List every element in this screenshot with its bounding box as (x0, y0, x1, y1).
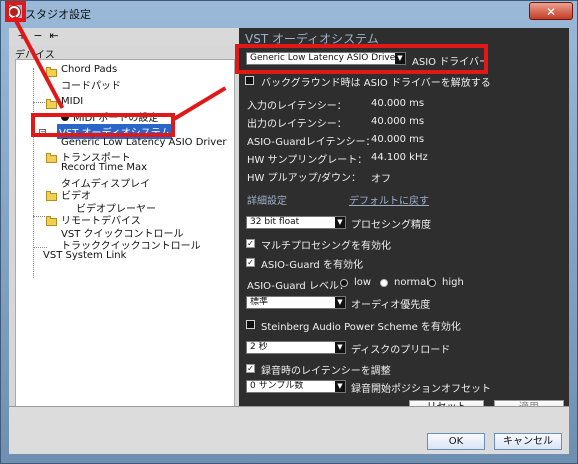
record-offset-label: 録音開始ポジションオフセット (351, 384, 491, 395)
folder-icon (46, 216, 57, 226)
folder-icon (46, 99, 57, 109)
chevron-down-icon: ▼ (335, 217, 345, 228)
chevron-down-icon: ▼ (335, 342, 345, 353)
asio-guard-high-label: high (442, 277, 464, 288)
release-driver-checkbox[interactable] (245, 76, 254, 85)
tree-item-midi[interactable]: MIDI (61, 96, 83, 107)
tree-item-asio-driver[interactable]: Generic Low Latency ASIO Driver (61, 137, 227, 148)
disk-preload-label: ディスクのプリロード (351, 345, 451, 356)
hw-pullup-label: HW プルアップ/ダウン： (247, 173, 361, 184)
advanced-settings-title: 詳細設定 (247, 196, 287, 207)
input-latency-value: 40.000 ms (371, 98, 425, 109)
power-scheme-label: Steinberg Audio Power Scheme を有効化 (261, 322, 461, 333)
adjust-latency-label: 録音時のレイテンシーを調整 (261, 366, 391, 377)
tree-item-record-time-max[interactable]: Record Time Max (61, 162, 147, 173)
client-area: + − ⇤ デバイス Chord Pads コードパッド MIDI MIDI ポ… (9, 28, 569, 454)
tree-item-vst-system-link[interactable]: VST System Link (43, 250, 126, 261)
audio-priority-select[interactable]: 標準 ▼ (246, 296, 346, 309)
record-offset-value: 0 サンプル数 (250, 381, 304, 391)
asio-guard-high-radio[interactable] (428, 279, 436, 287)
asio-guard-latency-value: 40.000 ms (371, 134, 425, 145)
hw-pullup-value: オフ (371, 174, 391, 185)
asio-guard-level-label: ASIO-Guard レベル： (247, 281, 349, 292)
asio-guard-normal-label: normal (394, 277, 430, 288)
output-latency-label: 出力のレイテンシー： (247, 119, 347, 130)
audio-priority-label: オーディオ優先度 (351, 300, 431, 311)
annotation-vst-box (31, 113, 175, 137)
asio-guard-normal-radio[interactable] (380, 279, 388, 287)
disk-preload-select[interactable]: 2 秒 ▼ (246, 341, 346, 354)
hw-sample-rate-value: 44.100 kHz (371, 152, 428, 163)
power-scheme-checkbox[interactable] (246, 320, 255, 329)
release-driver-label: バックグラウンド時は ASIO ドライバーを解放する (261, 78, 491, 89)
input-latency-label: 入力のレイテンシー： (247, 101, 347, 112)
processing-precision-select[interactable]: 32 bit float ▼ (246, 216, 346, 229)
tree-item-chord-pads[interactable]: Chord Pads (61, 64, 117, 75)
asio-guard-label: ASIO-Guard を有効化 (261, 260, 363, 271)
remove-device-button[interactable]: − (33, 30, 43, 42)
ok-button[interactable]: OK (427, 433, 485, 450)
asio-guard-low-label: low (354, 277, 372, 288)
cancel-button[interactable]: キャンセル (494, 433, 562, 450)
restore-defaults-link[interactable]: デフォルトに戻す (349, 192, 429, 207)
adjust-latency-checkbox[interactable]: ✓ (246, 364, 255, 373)
device-toolbar: + − ⇤ (9, 28, 237, 46)
processing-precision-value: 32 bit float (250, 217, 300, 227)
multi-processing-checkbox[interactable]: ✓ (246, 239, 255, 248)
window-title: スタジオ設定 (25, 8, 91, 21)
output-latency-value: 40.000 ms (371, 116, 425, 127)
asio-guard-low-radio[interactable] (340, 279, 348, 287)
title-bar: スタジオ設定 ✕ (1, 1, 577, 25)
dialog-footer: OK キャンセル (9, 406, 569, 454)
audio-priority-value: 標準 (250, 297, 269, 307)
annotation-driver-box (235, 44, 488, 74)
disk-preload-value: 2 秒 (250, 342, 268, 352)
vst-audio-system-panel: VST オーディオシステム Generic Low Latency ASIO D… (239, 28, 569, 416)
tree-item-chord-pad[interactable]: コードパッド (61, 77, 121, 92)
folder-icon (46, 191, 57, 201)
processing-precision-label: プロセシング精度 (351, 220, 431, 231)
close-button[interactable]: ✕ (529, 2, 573, 20)
hw-sample-rate-label: HW サンプリングレート： (247, 155, 368, 166)
multi-processing-label: マルチプロセシングを有効化 (261, 241, 391, 252)
chevron-down-icon: ▼ (335, 297, 345, 308)
record-offset-select[interactable]: 0 サンプル数 ▼ (246, 380, 346, 393)
reset-device-button[interactable]: ⇤ (49, 30, 59, 42)
asio-guard-checkbox[interactable]: ✓ (246, 258, 255, 267)
chevron-down-icon: ▼ (335, 381, 345, 392)
folder-icon (46, 153, 57, 163)
asio-guard-latency-label: ASIO-Guardレイテンシー： (247, 137, 376, 148)
